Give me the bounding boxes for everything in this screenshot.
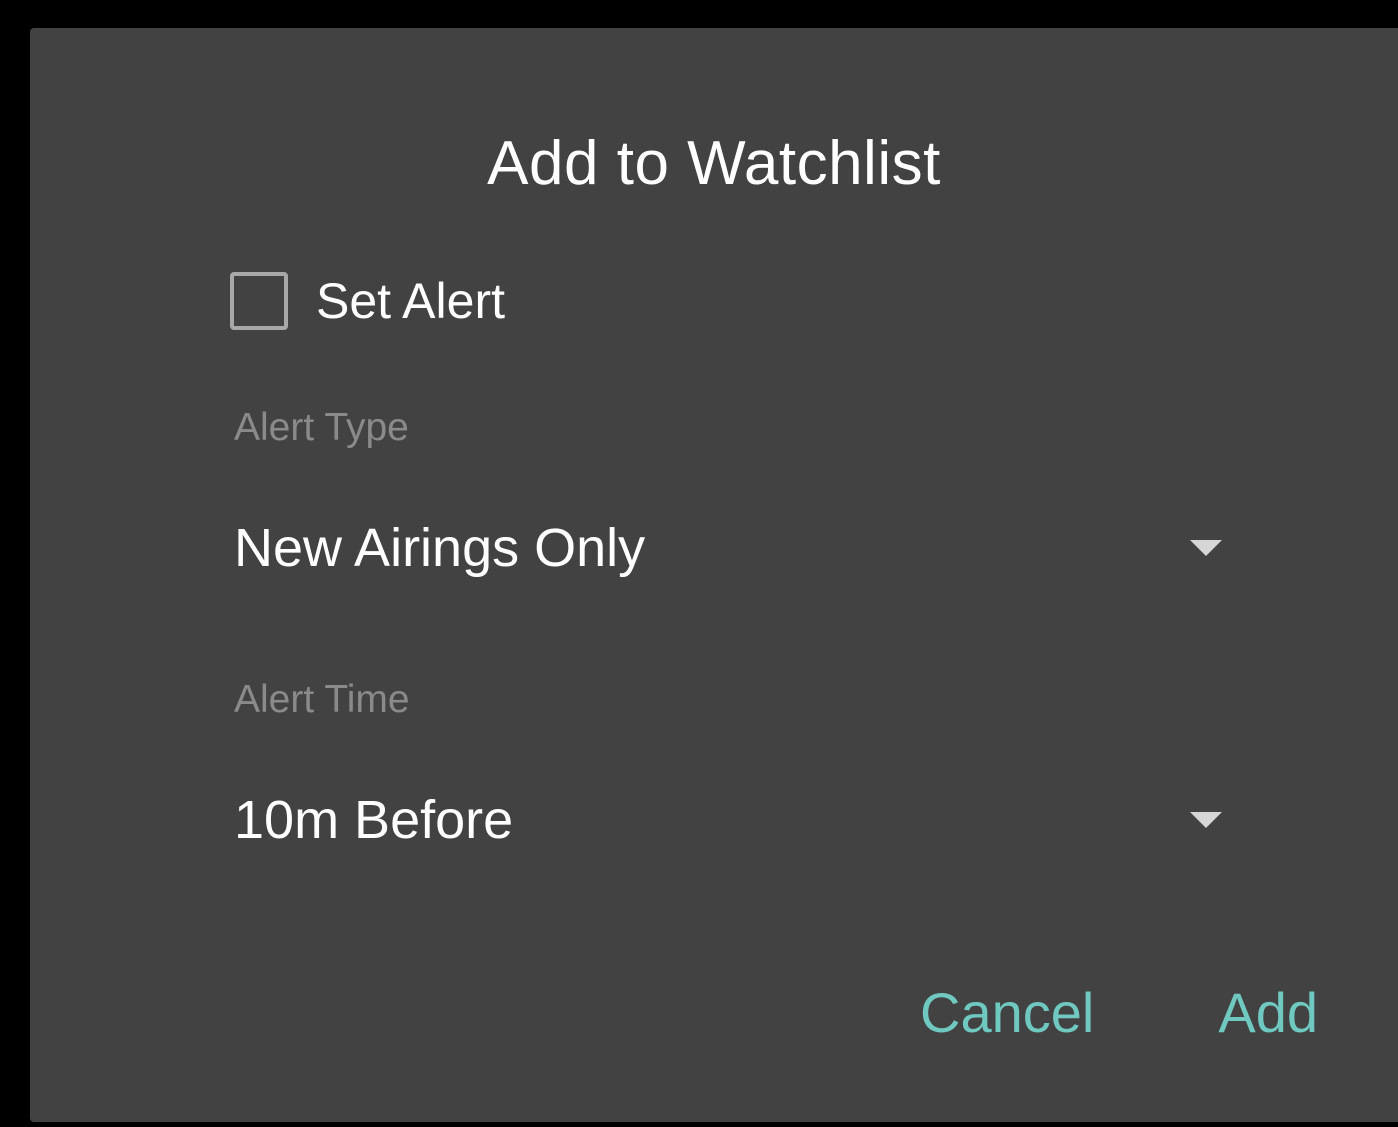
- set-alert-checkbox[interactable]: [230, 272, 288, 330]
- add-to-watchlist-dialog: Add to Watchlist Set Alert Alert Type Ne…: [30, 28, 1398, 1122]
- set-alert-label[interactable]: Set Alert: [316, 272, 505, 330]
- dialog-title: Add to Watchlist: [487, 129, 941, 198]
- dropdown-arrow-icon[interactable]: [1190, 812, 1222, 828]
- set-alert-checkbox-row[interactable]: Set Alert: [230, 268, 505, 334]
- alert-time-select[interactable]: 10m Before: [234, 780, 1224, 860]
- add-button[interactable]: Add: [1218, 980, 1318, 1045]
- alert-type-value: New Airings Only: [234, 518, 646, 578]
- alert-time-value: 10m Before: [234, 790, 514, 850]
- alert-type-select[interactable]: New Airings Only: [234, 508, 1224, 588]
- alert-type-label: Alert Type: [234, 406, 409, 449]
- cancel-button[interactable]: Cancel: [920, 980, 1094, 1045]
- alert-time-label: Alert Time: [234, 678, 410, 721]
- dialog-actions: Cancel Add: [920, 980, 1318, 1045]
- dropdown-arrow-icon[interactable]: [1190, 540, 1222, 556]
